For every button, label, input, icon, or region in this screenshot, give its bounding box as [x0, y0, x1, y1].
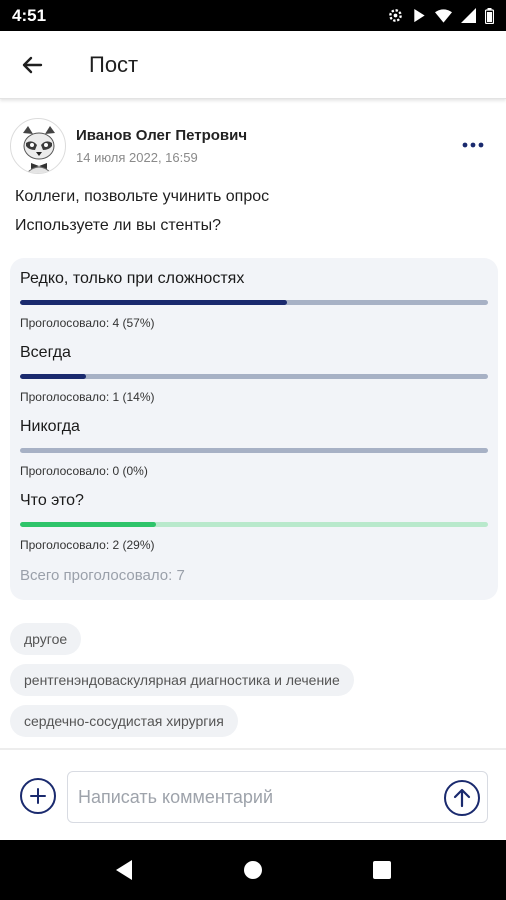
poll-option-progress: [20, 448, 488, 453]
more-options-button[interactable]: [458, 130, 488, 160]
comment-input[interactable]: [78, 772, 438, 822]
poll-option[interactable]: Всегда Проголосовало: 1 (14%): [20, 344, 488, 404]
arrow-up-icon: [453, 788, 471, 808]
tag-chip[interactable]: рентгенэндоваскулярная диагностика и леч…: [10, 664, 354, 696]
comment-field: [67, 771, 488, 823]
post-header: Иванов Олег Петрович 14 июля 2022, 16:59: [10, 118, 496, 174]
nav-back-button[interactable]: [99, 845, 149, 895]
raccoon-avatar-icon: [23, 126, 55, 173]
post-text-line-2: Используете ли вы стенты?: [15, 217, 221, 234]
arrow-left-icon: [22, 56, 43, 73]
poll-option-progress-fill: [20, 522, 156, 527]
status-bar: 4:51: [0, 0, 506, 31]
comment-bar: [0, 750, 506, 840]
battery-icon: [485, 7, 494, 24]
tag-chip[interactable]: сердечно-сосудистая хирургия: [10, 705, 238, 737]
plus-icon: [30, 788, 46, 804]
poll-option-votes: Проголосовало: 2 (29%): [20, 538, 155, 552]
page-title: Пост: [89, 51, 139, 77]
poll-option[interactable]: Редко, только при сложностях Проголосова…: [20, 270, 488, 330]
poll-option[interactable]: Что это? Проголосовало: 2 (29%): [20, 492, 488, 552]
poll-option-progress-fill: [20, 300, 287, 305]
poll-option-votes: Проголосовало: 1 (14%): [20, 390, 155, 404]
poll-option-progress-fill: [20, 374, 86, 379]
app-bar: Пост: [0, 31, 506, 99]
poll-option-progress: [20, 522, 488, 527]
poll-option-progress: [20, 300, 488, 305]
poll-option-label: Что это?: [20, 492, 84, 509]
poll-option-label: Всегда: [20, 344, 71, 361]
triangle-back-icon: [116, 860, 133, 880]
settings-gear-icon: [389, 9, 402, 22]
send-comment-button[interactable]: [444, 780, 480, 816]
post-content: Иванов Олег Петрович 14 июля 2022, 16:59…: [0, 100, 506, 748]
post-date: 14 июля 2022, 16:59: [76, 150, 198, 165]
nav-home-button[interactable]: [228, 845, 278, 895]
status-time: 4:51: [12, 5, 47, 25]
wifi-icon: [435, 8, 452, 23]
poll-option-label: Редко, только при сложностях: [20, 270, 245, 287]
back-button[interactable]: [0, 31, 64, 99]
poll-option-progress: [20, 374, 488, 379]
circle-home-icon: [243, 861, 262, 879]
post-text-line-1: Коллеги, позвольте учинить опрос: [15, 188, 270, 205]
play-store-icon: [414, 8, 425, 23]
poll-card: Редко, только при сложностях Проголосова…: [10, 258, 498, 600]
signal-icon: [461, 8, 476, 23]
square-recents-icon: [372, 861, 391, 879]
more-horizontal-icon: [462, 142, 484, 148]
poll-option[interactable]: Никогда Проголосовало: 0 (0%): [20, 418, 488, 478]
add-attachment-button[interactable]: [20, 778, 56, 814]
system-nav-bar: [0, 840, 506, 900]
poll-option-label: Никогда: [20, 418, 80, 435]
poll-option-votes: Проголосовало: 4 (57%): [20, 316, 155, 330]
author-name[interactable]: Иванов Олег Петрович: [76, 127, 247, 144]
author-avatar[interactable]: [10, 118, 66, 174]
poll-total-votes: Всего проголосовало: 7: [20, 567, 185, 584]
tag-chip[interactable]: другое: [10, 623, 82, 655]
status-icons: [388, 7, 494, 24]
nav-recents-button[interactable]: [357, 845, 407, 895]
poll-option-votes: Проголосовало: 0 (0%): [20, 464, 148, 478]
